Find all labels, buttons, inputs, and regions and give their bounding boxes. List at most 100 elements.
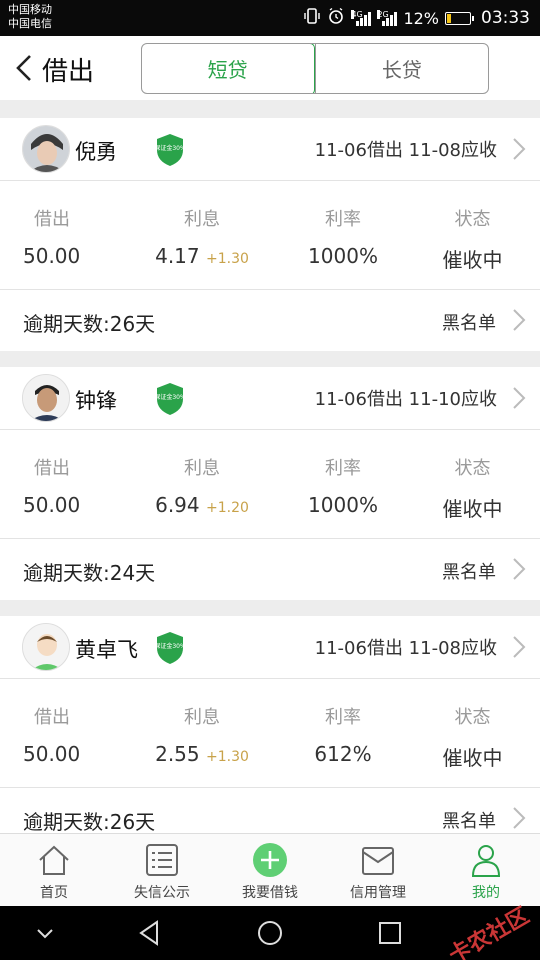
- signal-4g-icon: 4G: [351, 10, 372, 26]
- overdue-days: 逾期天数:26天: [23, 810, 156, 833]
- loan-card-footer[interactable]: 逾期天数:24天 黑名单: [0, 539, 540, 600]
- nav-home-label: 首页: [40, 885, 68, 901]
- loan-stats: 借出 50.00 利息 6.94 +1.20 利率 1000% 状态 催收中: [0, 430, 540, 539]
- value-lent: 50.00: [23, 244, 81, 268]
- label-status: 状态: [454, 707, 491, 728]
- deposit-badge-icon: 保证金30%: [154, 133, 186, 167]
- label-interest: 利息: [184, 707, 220, 728]
- blacklist-link[interactable]: 黑名单: [442, 807, 496, 833]
- interest-extra: +1.30: [205, 749, 249, 765]
- loan-stats: 借出 50.00 利息 4.17 +1.30 利率 1000% 状态 催收中: [0, 181, 540, 290]
- loan-dates: 11-06借出 11-08应收: [314, 638, 497, 659]
- value-status: 催收中: [442, 248, 503, 272]
- loan-card-footer[interactable]: 逾期天数:26天 黑名单: [0, 290, 540, 351]
- header: 借出 短贷 长贷: [0, 36, 540, 100]
- carrier-info: 中国移动 中国电信: [8, 3, 52, 31]
- loan-card: 钟锋 保证金30% 11-06借出 11-10应收 借出 50.00 利息 6.94…: [0, 367, 540, 600]
- interest-extra: +1.20: [205, 500, 249, 516]
- label-rate: 利率: [325, 707, 361, 728]
- chevron-right-icon: [513, 807, 526, 829]
- value-lent: 50.00: [23, 493, 81, 517]
- blacklist-link[interactable]: 黑名单: [442, 309, 496, 335]
- vibrate-icon: [303, 7, 321, 29]
- recents-square-icon[interactable]: [375, 918, 405, 948]
- user-icon: [471, 845, 501, 877]
- label-status: 状态: [454, 209, 491, 230]
- nav-dishonesty-label: 失信公示: [134, 885, 190, 901]
- status-icons: 4G 2G 12% 03:33: [303, 0, 530, 36]
- loan-card-header[interactable]: 钟锋 保证金30% 11-06借出 11-10应收: [0, 367, 540, 430]
- back-arrow-icon: [16, 55, 31, 81]
- chevron-right-icon: [513, 558, 526, 580]
- value-lent: 50.00: [23, 742, 81, 766]
- label-status: 状态: [454, 458, 491, 479]
- label-interest: 利息: [184, 458, 220, 479]
- avatar: [22, 125, 70, 173]
- borrower-name: 黄卓飞: [75, 638, 138, 662]
- blacklist-link[interactable]: 黑名单: [442, 558, 496, 584]
- loan-stats: 借出 50.00 利息 2.55 +1.30 利率 612% 状态催收中: [0, 679, 540, 788]
- borrower-name: 倪勇: [75, 140, 117, 164]
- back-button[interactable]: [12, 50, 40, 86]
- tab-long-loan[interactable]: 长贷: [314, 44, 488, 93]
- home-circle-icon[interactable]: [255, 918, 285, 948]
- overdue-days: 逾期天数:26天: [23, 312, 156, 336]
- plus-circle-icon: [253, 843, 287, 877]
- value-rate: 612%: [314, 742, 372, 766]
- nav-home[interactable]: 首页: [0, 834, 108, 906]
- nav-mine[interactable]: 我的: [432, 834, 540, 906]
- nav-dishonesty-list[interactable]: 失信公示: [108, 834, 216, 906]
- deposit-badge-icon: 保证金30%: [154, 382, 186, 416]
- page-title: 借出: [42, 57, 95, 87]
- envelope-icon: [362, 847, 394, 875]
- chevron-right-icon: [513, 636, 526, 658]
- borrower-name: 钟锋: [75, 389, 117, 413]
- value-rate: 1000%: [308, 244, 378, 268]
- clock: 03:33: [481, 8, 530, 28]
- system-nav-bar: 卡农社区: [0, 903, 540, 960]
- tab-short-loan[interactable]: 短贷: [142, 44, 315, 93]
- nav-borrow[interactable]: 我要借钱: [216, 834, 324, 906]
- battery-percent: 12%: [403, 8, 439, 28]
- chevron-right-icon: [513, 138, 526, 160]
- label-lent: 借出: [34, 458, 70, 479]
- loan-dates: 11-06借出 11-08应收: [314, 140, 497, 161]
- watermark: 卡农社区: [444, 903, 534, 960]
- interest-extra: +1.30: [205, 251, 249, 267]
- loan-list[interactable]: 倪勇 保证金30% 11-06借出 11-08应收 借出 50.00 利息 4.17…: [0, 100, 540, 833]
- loan-dates: 11-06借出 11-10应收: [314, 389, 497, 410]
- value-status: 催收中: [442, 746, 503, 770]
- label-rate: 利率: [325, 209, 361, 230]
- badge-label: 保证金30%: [156, 642, 184, 650]
- signal-2g-icon: 2G: [377, 10, 398, 26]
- bottom-nav: 首页 失信公示 我要借钱 信用管理 我的: [0, 833, 540, 906]
- back-triangle-icon[interactable]: [135, 918, 165, 948]
- value-rate: 1000%: [308, 493, 378, 517]
- chevron-right-icon: [513, 387, 526, 409]
- avatar: [22, 623, 70, 671]
- value-interest: 2.55 +1.30: [155, 742, 249, 766]
- loan-card: 倪勇 保证金30% 11-06借出 11-08应收 借出 50.00 利息 4.17…: [0, 118, 540, 351]
- status-bar: 中国移动 中国电信 4G 2G 12% 03:33: [0, 0, 540, 36]
- collapse-icon[interactable]: [30, 918, 60, 948]
- list-icon: [146, 844, 178, 876]
- label-lent: 借出: [34, 707, 70, 728]
- value-interest: 4.17 +1.30: [155, 244, 249, 268]
- loan-card: 黄卓飞 保证金30% 11-06借出 11-08应收 借出 50.00 利息 2.5…: [0, 616, 540, 833]
- chevron-right-icon: [513, 309, 526, 331]
- nav-borrow-label: 我要借钱: [242, 885, 298, 901]
- alarm-icon: [327, 7, 345, 29]
- carrier-1: 中国移动: [8, 3, 52, 16]
- label-interest: 利息: [184, 209, 220, 230]
- loan-card-footer[interactable]: 逾期天数:26天 黑名单: [0, 788, 540, 833]
- nav-credit-management[interactable]: 信用管理: [324, 834, 432, 906]
- avatar: [22, 374, 70, 422]
- loan-type-tabs: 短贷 长贷: [141, 43, 489, 94]
- label-rate: 利率: [325, 458, 361, 479]
- nav-credit-label: 信用管理: [350, 885, 406, 901]
- home-icon: [39, 845, 69, 875]
- overdue-days: 逾期天数:24天: [23, 561, 156, 585]
- loan-card-header[interactable]: 黄卓飞 保证金30% 11-06借出 11-08应收: [0, 616, 540, 679]
- loan-card-header[interactable]: 倪勇 保证金30% 11-06借出 11-08应收: [0, 118, 540, 181]
- carrier-2: 中国电信: [8, 17, 52, 30]
